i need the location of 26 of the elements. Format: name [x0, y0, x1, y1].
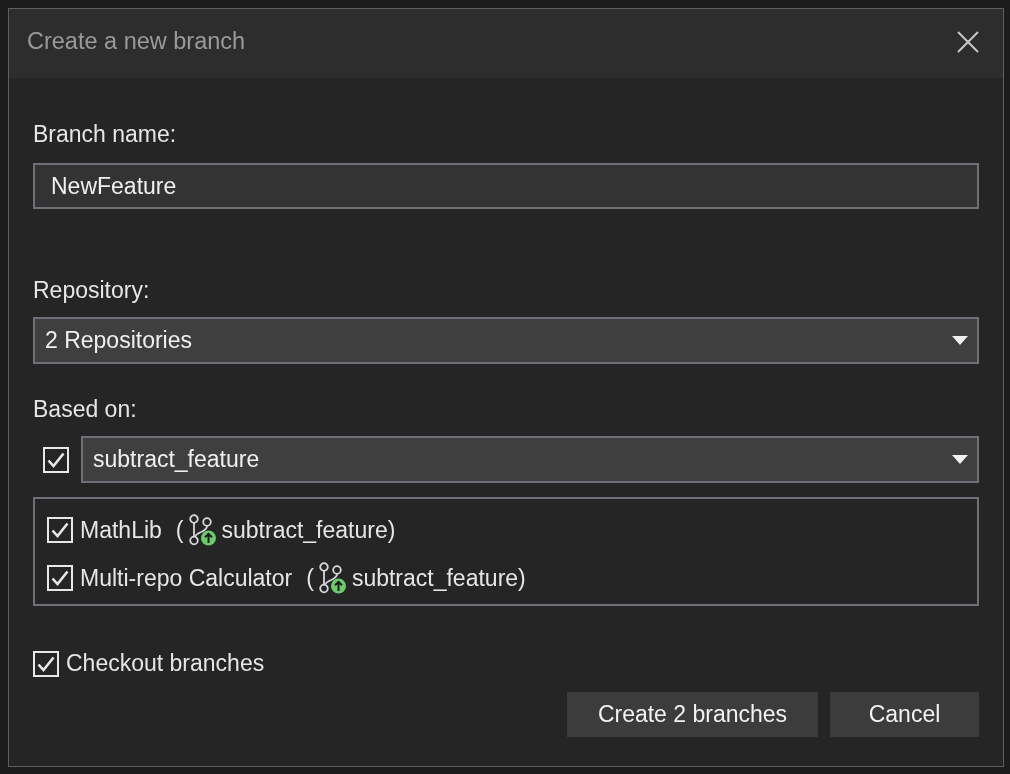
create-button[interactable]: Create 2 branches	[567, 692, 818, 737]
caret-icon	[952, 455, 968, 464]
repository-name: MathLib	[80, 516, 162, 544]
field-label: Repository:	[33, 276, 150, 305]
repository-name: Multi-repo Calculator	[80, 564, 293, 592]
checkbox[interactable]	[43, 446, 69, 473]
branch-name-field[interactable]: NewFeature	[33, 163, 979, 209]
caret-icon	[952, 336, 968, 345]
checkbox[interactable]	[47, 565, 73, 591]
dialog-title: Create a new branch	[27, 28, 246, 55]
paren-text: (	[306, 564, 314, 592]
branch-icon	[188, 514, 218, 546]
branch-icon	[318, 562, 348, 594]
branch-dropdown[interactable]: subtract_feature	[81, 436, 979, 483]
checkbox[interactable]	[47, 517, 73, 543]
branch-name: subtract_feature)	[221, 516, 396, 544]
repository-dropdown[interactable]: 2 Repositories	[33, 317, 979, 364]
field-label: Branch name:	[33, 120, 177, 149]
close-icon	[957, 30, 979, 53]
checkbox[interactable]	[33, 650, 59, 677]
checkbox-label: Checkout branches	[66, 650, 265, 677]
field-label: Based on:	[33, 395, 137, 424]
close-button[interactable]	[955, 28, 981, 55]
paren-text: (	[175, 516, 184, 544]
cancel-button[interactable]: Cancel	[830, 692, 979, 737]
branch-name: subtract_feature)	[351, 564, 526, 592]
